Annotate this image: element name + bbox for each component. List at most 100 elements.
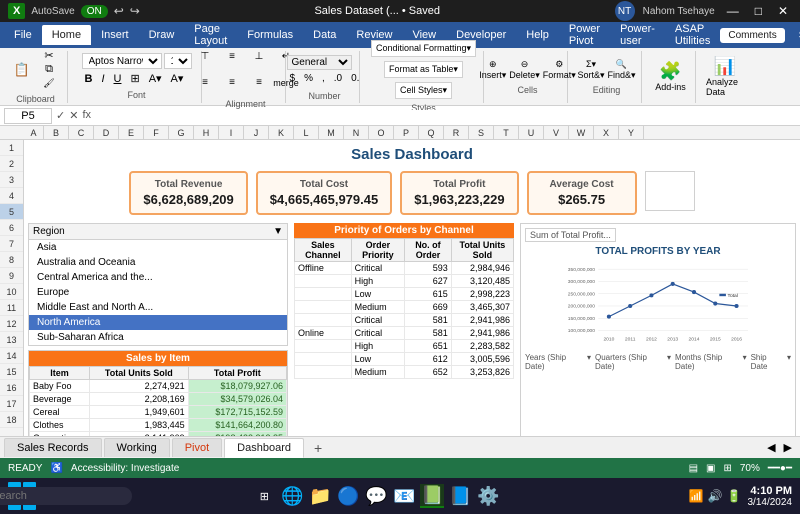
format-cells-btn[interactable]: ⚙Format▾: [543, 59, 576, 81]
col-F: F: [144, 126, 169, 139]
view-normal-btn[interactable]: ▤: [689, 463, 698, 474]
share-btn[interactable]: Share: [791, 28, 800, 43]
outlook-btn[interactable]: 📧: [392, 484, 416, 508]
view-page-break-btn[interactable]: ⊞: [723, 463, 731, 474]
font-color-btn[interactable]: A▾: [168, 71, 187, 86]
chrome-btn[interactable]: 🔵: [336, 484, 360, 508]
find-btn[interactable]: 🔍Find&▾: [608, 59, 636, 81]
underline-btn[interactable]: U: [111, 72, 125, 86]
comments-btn[interactable]: Comments: [720, 28, 784, 43]
region-europe[interactable]: Europe: [29, 285, 287, 300]
order-count: 581: [405, 327, 452, 340]
order-units: 3,253,826: [451, 366, 513, 379]
tab-draw[interactable]: Draw: [139, 25, 185, 45]
tab-dashboard[interactable]: Dashboard: [224, 438, 304, 458]
border-btn[interactable]: ⊞: [127, 71, 142, 86]
settings-btn[interactable]: ⚙️: [476, 484, 500, 508]
region-middle-east[interactable]: Middle East and North A...: [29, 300, 287, 315]
align-left-btn[interactable]: ≡: [193, 71, 217, 95]
italic-btn[interactable]: I: [98, 72, 107, 86]
region-central-america[interactable]: Central America and the...: [29, 270, 287, 285]
maximize-btn[interactable]: □: [751, 4, 766, 18]
view-layout-btn[interactable]: ▣: [706, 463, 715, 474]
col-P: P: [394, 126, 419, 139]
region-filter-icon[interactable]: ▼: [273, 226, 283, 237]
kpi-avg-value: $265.75: [541, 192, 623, 207]
paste-btn[interactable]: 📋: [10, 58, 34, 82]
autosave-toggle[interactable]: ON: [81, 5, 108, 18]
tab-file[interactable]: File: [4, 25, 42, 45]
svg-text:2010: 2010: [603, 336, 614, 342]
tab-power-user[interactable]: Power-user: [610, 19, 665, 51]
redo-btn[interactable]: ↪: [130, 4, 140, 18]
format-as-table-btn[interactable]: Format as Table▾: [384, 61, 463, 78]
ready-status: READY: [8, 463, 42, 474]
tab-insert[interactable]: Insert: [91, 25, 139, 45]
font-family-select[interactable]: Aptos Narrow: [82, 53, 162, 69]
tab-data[interactable]: Data: [303, 25, 346, 45]
zoom-slider[interactable]: ━━●━: [768, 463, 792, 474]
add-sheet-btn[interactable]: +: [306, 437, 330, 459]
clock-display[interactable]: 4:10 PM 3/14/2024: [748, 485, 793, 508]
copy-btn[interactable]: ⧉: [37, 64, 61, 76]
region-sub-saharan[interactable]: Sub-Saharan Africa: [29, 330, 287, 345]
align-top-btn[interactable]: ⊤: [193, 45, 217, 69]
search-taskbar-btn[interactable]: [40, 484, 64, 508]
fill-color-btn[interactable]: A▾: [146, 71, 165, 86]
addins-btn[interactable]: 🧩Add-ins: [655, 61, 686, 92]
delete-cells-btn[interactable]: ⊖Delete▾: [509, 59, 540, 81]
ship-date-filter[interactable]: Ship Date: [751, 353, 783, 371]
minimize-btn[interactable]: —: [723, 4, 743, 18]
align-right-btn[interactable]: ≡: [247, 71, 271, 95]
months-filter[interactable]: Months (Ship Date): [675, 353, 739, 371]
tab-power-pivot[interactable]: Power Pivot: [559, 19, 610, 51]
tab-pivot[interactable]: Pivot: [172, 438, 222, 457]
years-filter[interactable]: Years (Ship Date): [525, 353, 583, 371]
order-units: 2,941,986: [451, 327, 513, 340]
word-btn[interactable]: 📘: [448, 484, 472, 508]
number-format-select[interactable]: General: [287, 55, 352, 70]
format-painter-btn[interactable]: 🖌: [37, 78, 61, 90]
order-priority: Medium: [351, 366, 404, 379]
align-center-btn[interactable]: ≡: [220, 71, 244, 95]
close-btn[interactable]: ✕: [774, 4, 792, 18]
tab-home[interactable]: Home: [42, 25, 91, 45]
sum-btn[interactable]: Σ▾Sort&▾: [577, 59, 604, 81]
formula-input[interactable]: [95, 110, 796, 122]
cell-reference-input[interactable]: [4, 108, 52, 124]
insert-cells-btn[interactable]: ⊕Insert▾: [479, 59, 506, 81]
region-asia[interactable]: Asia: [29, 240, 287, 255]
tab-working[interactable]: Working: [104, 438, 170, 457]
undo-btn[interactable]: ↩: [114, 4, 124, 18]
edge-btn[interactable]: 🌐: [280, 484, 304, 508]
align-middle-btn[interactable]: ≡: [220, 45, 244, 69]
excel-taskbar-btn[interactable]: 📗: [420, 484, 444, 508]
scroll-tabs-left[interactable]: ◀: [763, 441, 779, 454]
scroll-tabs-right[interactable]: ▶: [780, 441, 796, 454]
tab-asap[interactable]: ASAP Utilities: [665, 19, 720, 51]
analyze-data-btn[interactable]: 📊Analyze Data: [706, 56, 744, 97]
cut-btn[interactable]: ✂: [37, 50, 61, 62]
comma-btn[interactable]: ,: [319, 72, 328, 85]
conditional-formatting-btn[interactable]: Conditional Formatting▾: [371, 40, 476, 57]
percent-btn[interactable]: %: [301, 72, 316, 85]
tab-formulas[interactable]: Formulas: [237, 25, 303, 45]
region-north-america[interactable]: North America: [29, 315, 287, 330]
file-explorer-btn[interactable]: 📁: [308, 484, 332, 508]
quarters-filter[interactable]: Quarters (Ship Date): [595, 353, 663, 371]
task-view-btn[interactable]: ⊞: [252, 484, 276, 508]
tab-help[interactable]: Help: [516, 25, 559, 45]
cell-styles-btn[interactable]: Cell Styles▾: [395, 82, 452, 99]
sales-profit: $18,079,927.06: [188, 380, 286, 393]
teams-btn[interactable]: 💬: [364, 484, 388, 508]
dec-increase-btn[interactable]: .0: [331, 72, 345, 85]
tab-sales-records[interactable]: Sales Records: [4, 438, 102, 457]
font-size-select[interactable]: 11: [164, 53, 192, 69]
dec-decrease-btn[interactable]: 0.: [348, 72, 362, 85]
align-bottom-btn[interactable]: ⊥: [247, 45, 271, 69]
kpi-total-revenue: Total Revenue $6,628,689,209: [129, 171, 247, 215]
kpi-cost-label: Total Cost: [270, 179, 378, 190]
currency-btn[interactable]: $: [287, 72, 299, 85]
bold-btn[interactable]: B: [82, 72, 96, 86]
region-australia[interactable]: Australia and Oceania: [29, 255, 287, 270]
